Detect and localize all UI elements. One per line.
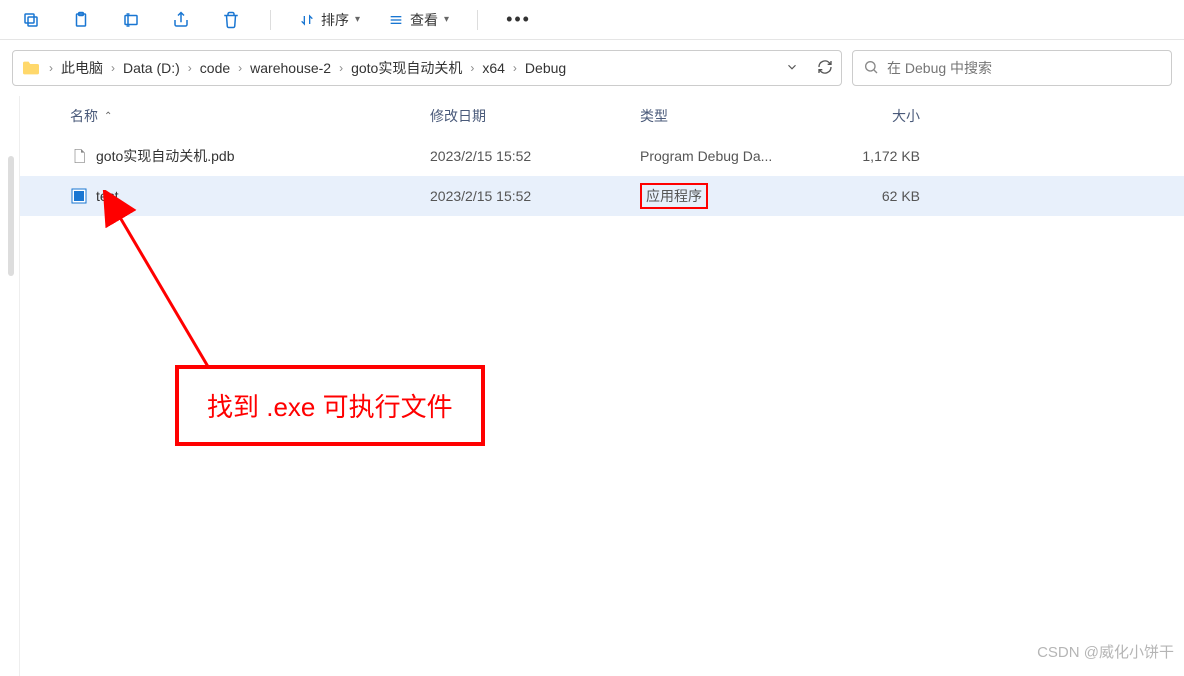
refresh-icon[interactable] bbox=[817, 59, 833, 78]
search-input[interactable] bbox=[887, 60, 1161, 76]
folder-icon bbox=[21, 60, 41, 76]
breadcrumb-item[interactable]: Debug bbox=[525, 60, 566, 76]
sort-label: 排序 bbox=[321, 10, 349, 30]
breadcrumb-sep: › bbox=[466, 61, 478, 75]
sort-menu[interactable]: 排序 ▾ bbox=[299, 10, 360, 30]
file-row[interactable]: test 2023/2/15 15:52 应用程序 62 KB bbox=[20, 176, 1184, 216]
column-name[interactable]: 名称 ⌃ bbox=[70, 106, 430, 126]
column-headers: 名称 ⌃ 修改日期 类型 大小 bbox=[20, 96, 1184, 136]
file-type: Program Debug Da... bbox=[640, 148, 820, 164]
breadcrumb[interactable]: › 此电脑 › Data (D:) › code › warehouse-2 ›… bbox=[12, 50, 842, 86]
pdb-file-icon bbox=[70, 147, 88, 165]
watermark: CSDN @威化小饼干 bbox=[1037, 641, 1174, 662]
breadcrumb-sep: › bbox=[45, 61, 57, 75]
annotation-text: 找到 .exe 可执行文件 bbox=[207, 392, 453, 422]
breadcrumb-sep: › bbox=[107, 61, 119, 75]
view-menu[interactable]: 查看 ▾ bbox=[388, 10, 449, 30]
breadcrumb-sep: › bbox=[335, 61, 347, 75]
share-icon[interactable] bbox=[170, 9, 192, 31]
view-label: 查看 bbox=[410, 10, 438, 30]
breadcrumb-sep: › bbox=[184, 61, 196, 75]
toolbar-separator bbox=[270, 10, 271, 30]
chevron-down-icon: ▾ bbox=[355, 14, 360, 25]
sidebar-strip bbox=[0, 96, 20, 676]
chevron-down-icon: ▾ bbox=[444, 14, 449, 25]
breadcrumb-sep: › bbox=[234, 61, 246, 75]
toolbar-separator bbox=[477, 10, 478, 30]
annotation-callout: 找到 .exe 可执行文件 bbox=[175, 365, 485, 446]
column-type[interactable]: 类型 bbox=[640, 106, 820, 126]
file-size: 62 KB bbox=[820, 188, 940, 204]
chevron-down-icon[interactable] bbox=[785, 60, 799, 77]
file-name: test bbox=[96, 188, 119, 204]
breadcrumb-item[interactable]: 此电脑 bbox=[61, 58, 103, 78]
sort-indicator-icon: ⌃ bbox=[104, 111, 112, 122]
breadcrumb-item[interactable]: x64 bbox=[482, 60, 505, 76]
breadcrumb-item[interactable]: Data (D:) bbox=[123, 60, 180, 76]
exe-file-icon bbox=[70, 187, 88, 205]
file-type: 应用程序 bbox=[640, 183, 820, 209]
breadcrumb-item[interactable]: code bbox=[200, 60, 230, 76]
file-name: goto实现自动关机.pdb bbox=[96, 146, 235, 166]
file-date: 2023/2/15 15:52 bbox=[430, 188, 640, 204]
breadcrumb-item[interactable]: warehouse-2 bbox=[250, 60, 331, 76]
breadcrumb-sep: › bbox=[509, 61, 521, 75]
annotation-highlight: 应用程序 bbox=[640, 183, 708, 209]
copy-icon[interactable] bbox=[20, 9, 42, 31]
file-date: 2023/2/15 15:52 bbox=[430, 148, 640, 164]
rename-icon[interactable] bbox=[120, 9, 142, 31]
toolbar: 排序 ▾ 查看 ▾ ••• bbox=[0, 0, 1184, 40]
nav-row: › 此电脑 › Data (D:) › code › warehouse-2 ›… bbox=[0, 40, 1184, 96]
scrollbar-thumb[interactable] bbox=[8, 156, 14, 276]
more-button[interactable]: ••• bbox=[506, 9, 531, 30]
file-size: 1,172 KB bbox=[820, 148, 940, 164]
breadcrumb-item[interactable]: goto实现自动关机 bbox=[351, 58, 462, 78]
paste-icon[interactable] bbox=[70, 9, 92, 31]
delete-icon[interactable] bbox=[220, 9, 242, 31]
column-date[interactable]: 修改日期 bbox=[430, 106, 640, 126]
file-row[interactable]: goto实现自动关机.pdb 2023/2/15 15:52 Program D… bbox=[20, 136, 1184, 176]
search-bar[interactable] bbox=[852, 50, 1172, 86]
column-size[interactable]: 大小 bbox=[820, 106, 940, 126]
search-icon bbox=[863, 59, 879, 78]
